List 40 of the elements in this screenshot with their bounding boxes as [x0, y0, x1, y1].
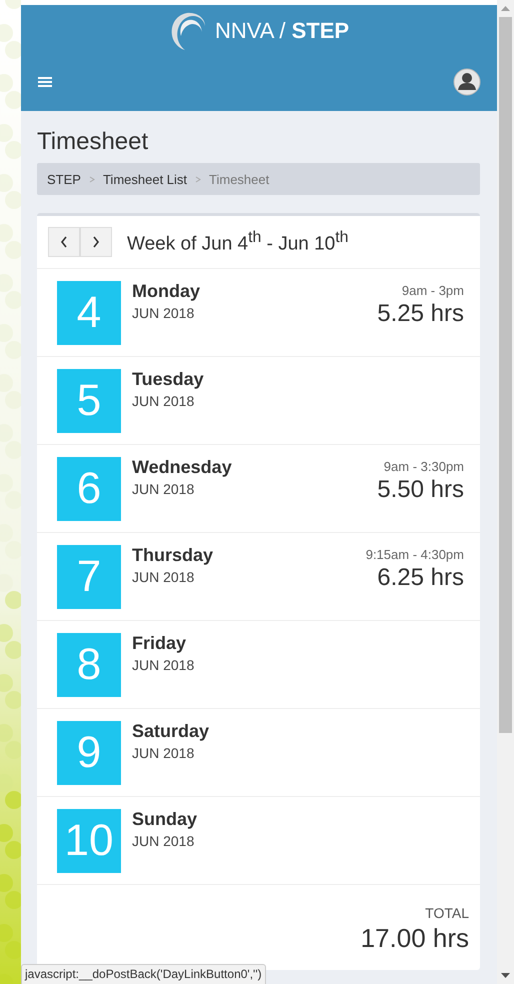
scroll-down-icon[interactable]	[501, 973, 510, 978]
month-label: JUN 2018	[132, 833, 196, 849]
day-name[interactable]: Saturday	[132, 721, 464, 742]
previous-week-button[interactable]	[48, 227, 80, 257]
day-name[interactable]: Friday	[132, 633, 464, 654]
day-hours: 5.50 hrs	[377, 476, 464, 504]
day-hours: 5.25 hrs	[377, 300, 464, 328]
breadcrumb-link[interactable]: Timesheet List	[102, 172, 188, 186]
page-title: Timesheet	[37, 128, 150, 156]
month-label: JUN 2018	[132, 657, 196, 673]
breadcrumb-separator-icon	[88, 176, 95, 182]
time-range: 9am - 3:30pm	[384, 459, 464, 474]
day-name[interactable]: Monday	[132, 281, 378, 302]
scrollbar-thumb[interactable]	[499, 17, 512, 733]
total-label: TOTAL	[425, 905, 469, 921]
brand-name: NNVA / STEP	[214, 18, 350, 44]
day-name[interactable]: Sunday	[132, 809, 464, 830]
month-label: JUN 2018	[132, 481, 196, 497]
chevron-right-icon[interactable]	[92, 236, 100, 248]
month-label: JUN 2018	[132, 393, 196, 409]
time-range: 9:15am - 4:30pm	[366, 547, 464, 562]
breadcrumb-separator-icon	[195, 176, 202, 182]
day-name[interactable]: Thursday	[132, 545, 366, 566]
status-bar-url: javascript:__doPostBack('DayLinkButton0','')	[21, 964, 266, 984]
user-avatar-icon[interactable]	[453, 68, 481, 96]
chevron-left-icon[interactable]	[60, 236, 68, 248]
scroll-up-icon[interactable]	[501, 6, 510, 11]
month-label: JUN 2018	[132, 569, 196, 585]
day-hours: 6.25 hrs	[377, 564, 464, 592]
month-label: JUN 2018	[132, 745, 196, 761]
menu-icon[interactable]	[38, 76, 52, 88]
time-range: 9am - 3pm	[402, 283, 464, 298]
day-name[interactable]: Wednesday	[132, 457, 378, 478]
week-label: Week of Jun 4$^{th}$ - Jun 10$^{th}$	[127, 228, 348, 256]
next-week-button[interactable]	[80, 227, 112, 257]
day-name[interactable]: Tuesday	[132, 369, 464, 390]
month-label: JUN 2018	[132, 305, 196, 321]
breadcrumb-link[interactable]: STEP	[47, 172, 81, 186]
total-hours: 17.00 hrs	[360, 923, 469, 954]
scrollbar[interactable]	[497, 0, 514, 984]
